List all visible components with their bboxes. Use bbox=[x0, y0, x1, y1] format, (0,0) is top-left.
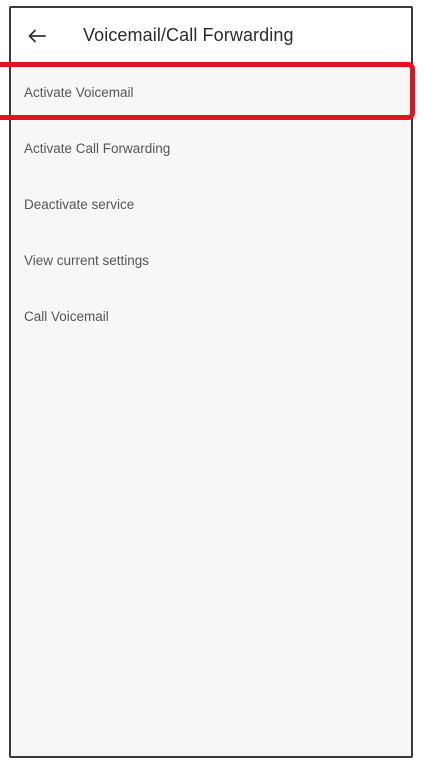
menu-item-label: Deactivate service bbox=[24, 196, 135, 212]
menu-item-activate-voicemail[interactable]: Activate Voicemail bbox=[11, 64, 411, 120]
back-button[interactable] bbox=[23, 22, 51, 50]
menu-item-label: Activate Call Forwarding bbox=[24, 140, 171, 156]
menu-item-activate-call-forwarding[interactable]: Activate Call Forwarding bbox=[11, 120, 411, 176]
menu-item-view-current-settings[interactable]: View current settings bbox=[11, 232, 411, 288]
arrow-left-icon bbox=[28, 29, 46, 43]
menu-item-label: Activate Voicemail bbox=[24, 84, 134, 100]
menu-item-call-voicemail[interactable]: Call Voicemail bbox=[11, 288, 411, 344]
phone-screen: Voicemail/Call Forwarding Activate Voice… bbox=[9, 6, 413, 758]
app-bar: Voicemail/Call Forwarding bbox=[11, 8, 411, 64]
menu-list: Activate Voicemail Activate Call Forward… bbox=[11, 64, 411, 344]
menu-item-deactivate-service[interactable]: Deactivate service bbox=[11, 176, 411, 232]
page-title: Voicemail/Call Forwarding bbox=[83, 25, 294, 45]
menu-item-label: View current settings bbox=[24, 252, 150, 268]
menu-item-label: Call Voicemail bbox=[24, 308, 109, 324]
